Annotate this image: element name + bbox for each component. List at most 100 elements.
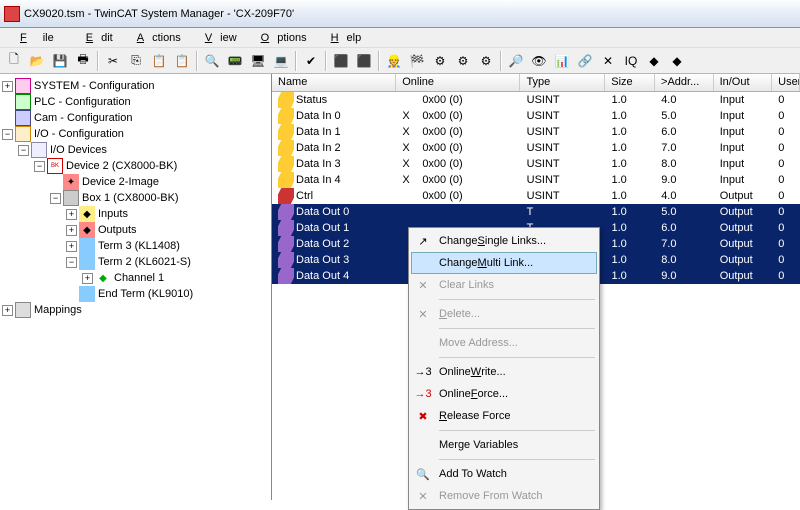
ctx-clear-links: ✕Clear Links [411, 274, 597, 296]
tree-system[interactable]: +SYSTEM - Configuration [2, 78, 269, 94]
link-icon[interactable]: 🔗 [574, 50, 596, 72]
tool2-icon[interactable]: 🏁 [406, 50, 428, 72]
table-row[interactable]: Status0x00 (0)USINT1.04.0Input0 [272, 92, 800, 108]
tree-dev2image[interactable]: ✦Device 2-Image [2, 174, 269, 190]
device3-icon[interactable]: 💻 [270, 50, 292, 72]
var-icon [278, 188, 294, 204]
ctx-delete: ✕Delete... [411, 303, 597, 325]
ctx-change-multi[interactable]: Change Multi Link... [411, 252, 597, 274]
tool5-icon[interactable]: ⚙ [475, 50, 497, 72]
cut-icon[interactable]: ✂ [102, 50, 124, 72]
extra1-icon[interactable]: ◆ [643, 50, 665, 72]
ctx-move-address: Move Address... [411, 332, 597, 354]
var-icon [278, 156, 294, 172]
table-row[interactable]: Data In 2X0x00 (0)USINT1.07.0Input0 [272, 140, 800, 156]
var-icon [278, 204, 294, 220]
app-icon [4, 6, 20, 22]
stop-icon[interactable]: ⬛ [353, 50, 375, 72]
menu-options[interactable]: Options [245, 30, 315, 46]
var-icon [278, 236, 294, 252]
watch-icon[interactable]: 👁 [528, 50, 550, 72]
menu-actions[interactable]: Actions [121, 30, 189, 46]
copy-icon[interactable]: ⎘ [125, 50, 147, 72]
tree-io[interactable]: −I/O - Configuration [2, 126, 269, 142]
table-row[interactable]: Data Out 0T1.05.0Output0 [272, 204, 800, 220]
tool4-icon[interactable]: ⚙ [452, 50, 474, 72]
check-icon[interactable]: ✔ [300, 50, 322, 72]
col-inout[interactable]: In/Out [714, 74, 773, 91]
var-icon [278, 220, 294, 236]
menu-bar: File Edit Actions View Options Help [0, 28, 800, 48]
scope-icon[interactable]: 📊 [551, 50, 573, 72]
tree-inputs[interactable]: +◆Inputs [2, 206, 269, 222]
table-row[interactable]: Data In 1X0x00 (0)USINT1.06.0Input0 [272, 124, 800, 140]
var-icon [278, 124, 294, 140]
tree-outputs[interactable]: +◆Outputs [2, 222, 269, 238]
tool3-icon[interactable]: ⚙ [429, 50, 451, 72]
ctx-online-write[interactable]: →3Online Write... [411, 361, 597, 383]
ctx-release-force[interactable]: ✖Release Force [411, 405, 597, 427]
tree-iodevices[interactable]: −I/O Devices [2, 142, 269, 158]
ctx-online-force[interactable]: →3Online Force... [411, 383, 597, 405]
window-title: CX9020.tsm - TwinCAT System Manager - 'C… [24, 8, 294, 20]
grid-header[interactable]: Name Online Type Size >Addr... In/Out Us… [272, 74, 800, 92]
tree-plc[interactable]: PLC - Configuration [2, 94, 269, 110]
menu-file[interactable]: File [4, 30, 70, 46]
save-icon[interactable]: 💾 [49, 50, 71, 72]
context-menu: ↗Change Single Links... Change Multi Lin… [408, 227, 600, 510]
col-user[interactable]: User [772, 74, 800, 91]
table-row[interactable]: Data In 3X0x00 (0)USINT1.08.0Input0 [272, 156, 800, 172]
table-row[interactable]: Data In 0X0x00 (0)USINT1.05.0Input0 [272, 108, 800, 124]
tree-cam[interactable]: Cam - Configuration [2, 110, 269, 126]
find-icon[interactable]: 🔍 [201, 50, 223, 72]
menu-view[interactable]: View [189, 30, 245, 46]
iq-icon[interactable]: IQ [620, 50, 642, 72]
var-icon [278, 140, 294, 156]
device2-icon[interactable]: 🖥 [247, 50, 269, 72]
extra2-icon[interactable]: ◆ [666, 50, 688, 72]
tree-term3[interactable]: +Term 3 (KL1408) [2, 238, 269, 254]
link-icon: ↗ [415, 233, 431, 249]
delete-icon: ✕ [415, 306, 431, 322]
tree-device2[interactable]: −BKDevice 2 (CX8000-BK) [2, 158, 269, 174]
unlink-icon: ✕ [415, 277, 431, 293]
menu-help[interactable]: Help [315, 30, 370, 46]
write-icon: →3 [415, 364, 431, 380]
tree-channel1[interactable]: +◆Channel 1 [2, 270, 269, 286]
ctx-remove-watch: ✕Remove From Watch [411, 485, 597, 507]
unlink-icon[interactable]: ✕ [597, 50, 619, 72]
tree-view[interactable]: +SYSTEM - Configuration PLC - Configurat… [0, 74, 272, 500]
table-row[interactable]: Ctrl0x00 (0)USINT1.04.0Output0 [272, 188, 800, 204]
var-icon [278, 172, 294, 188]
open-icon[interactable]: 📂 [26, 50, 48, 72]
col-online[interactable]: Online [396, 74, 520, 91]
title-bar: CX9020.tsm - TwinCAT System Manager - 'C… [0, 0, 800, 28]
var-icon [278, 268, 294, 284]
run-icon[interactable]: ⬛ [330, 50, 352, 72]
tool1-icon[interactable]: 👷 [383, 50, 405, 72]
table-row[interactable]: Data In 4X0x00 (0)USINT1.09.0Input0 [272, 172, 800, 188]
col-size[interactable]: Size [605, 74, 655, 91]
watch-add-icon: 🔍 [415, 466, 431, 482]
var-icon [278, 252, 294, 268]
col-name[interactable]: Name [272, 74, 396, 91]
ctx-change-single[interactable]: ↗Change Single Links... [411, 230, 597, 252]
col-type[interactable]: Type [520, 74, 605, 91]
tree-endterm[interactable]: End Term (KL9010) [2, 286, 269, 302]
var-icon [278, 92, 294, 108]
tree-mappings[interactable]: +Mappings [2, 302, 269, 318]
paste2-icon[interactable]: 📋 [171, 50, 193, 72]
watch-remove-icon: ✕ [415, 488, 431, 504]
col-addr[interactable]: >Addr... [655, 74, 714, 91]
device-icon[interactable]: 📟 [224, 50, 246, 72]
menu-edit[interactable]: Edit [70, 30, 121, 46]
save-all-icon[interactable]: 🖶 [72, 50, 94, 72]
new-icon[interactable]: 🗋 [3, 50, 25, 72]
zoom-icon[interactable]: 🔎 [505, 50, 527, 72]
paste-icon[interactable]: 📋 [148, 50, 170, 72]
tree-term2[interactable]: −Term 2 (KL6021-S) [2, 254, 269, 270]
tree-box1[interactable]: −Box 1 (CX8000-BK) [2, 190, 269, 206]
ctx-add-watch[interactable]: 🔍Add To Watch [411, 463, 597, 485]
ctx-merge-vars[interactable]: Merge Variables [411, 434, 597, 456]
release-icon: ✖ [415, 408, 431, 424]
